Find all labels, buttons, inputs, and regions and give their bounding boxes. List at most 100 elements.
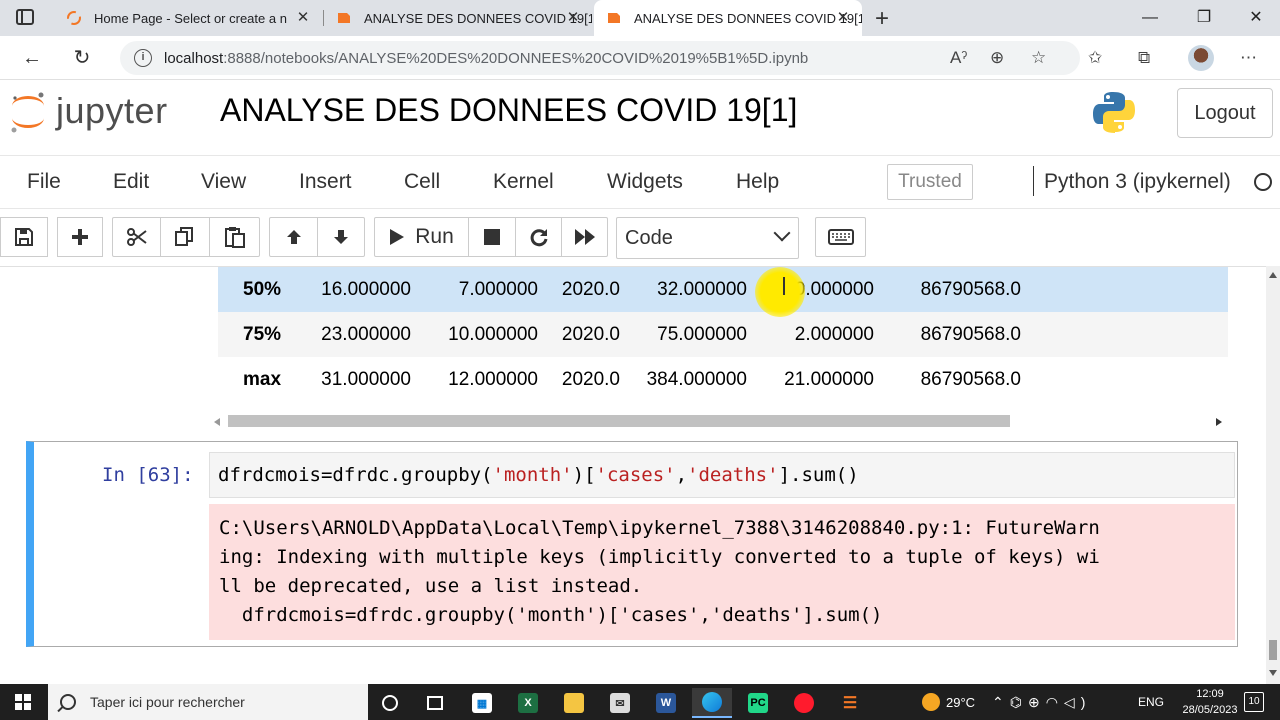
- table-cell: 16.000000: [321, 279, 411, 300]
- arrow-up-icon: [286, 230, 301, 244]
- notebook-container[interactable]: 50% 16.000000 7.000000 2020.0 32.000000 …: [0, 266, 1266, 684]
- table-cell: 384.000000: [646, 369, 747, 390]
- cortana-icon[interactable]: [370, 688, 410, 718]
- menu-kernel[interactable]: Kernel: [493, 170, 554, 194]
- close-tab-icon[interactable]: ✕: [294, 9, 312, 27]
- opera-icon[interactable]: [784, 688, 824, 718]
- back-arrow-icon[interactable]: ←: [20, 46, 44, 70]
- windows-start-icon[interactable]: [15, 694, 31, 710]
- code-string: 'deaths': [687, 464, 779, 486]
- jupyter-app-icon[interactable]: ☰: [830, 688, 870, 718]
- save-button[interactable]: [0, 217, 48, 257]
- cut-button[interactable]: [112, 217, 161, 257]
- command-palette-button[interactable]: [815, 217, 866, 257]
- table-cell: 12.000000: [448, 369, 538, 390]
- url-host: localhost: [164, 49, 224, 67]
- menu-widgets[interactable]: Widgets: [607, 170, 683, 194]
- network-icon[interactable]: ⌬: [1010, 694, 1028, 711]
- more-options-icon[interactable]: ⋯: [1240, 48, 1257, 68]
- clock-date: 28/05/2023: [1182, 704, 1238, 716]
- output-horizontal-scrollbar[interactable]: [210, 413, 1228, 431]
- move-down-button[interactable]: [317, 217, 365, 257]
- volume-icon[interactable]: ◁): [1064, 694, 1091, 711]
- browser-tab-strip: Home Page - Select or create a n ✕ ANALY…: [0, 0, 1280, 36]
- edge-icon[interactable]: [692, 688, 732, 718]
- close-window-icon[interactable]: ✕: [1244, 6, 1268, 30]
- collections-icon[interactable]: ⧉: [1138, 48, 1150, 68]
- taskbar-search-box[interactable]: Taper ici pour rechercher: [48, 684, 368, 720]
- weather-widget[interactable]: 29°C: [922, 684, 975, 720]
- wifi-icon[interactable]: ◠: [1046, 694, 1064, 711]
- browser-tab-notebook-active[interactable]: ANALYSE DES DONNEES COVID 19[1 ✕: [594, 0, 862, 36]
- copy-button[interactable]: [160, 217, 210, 257]
- close-tab-icon[interactable]: ✕: [564, 9, 582, 27]
- logout-button[interactable]: Logout: [1177, 88, 1273, 138]
- close-tab-icon[interactable]: ✕: [834, 9, 852, 27]
- excel-icon[interactable]: X: [508, 688, 548, 718]
- store-icon[interactable]: ▦: [462, 688, 502, 718]
- menubar: File Edit View Insert Cell Kernel Widget…: [0, 155, 1280, 209]
- tab-title: ANALYSE DES DONNEES COVID 19[1: [634, 10, 862, 26]
- menu-file[interactable]: File: [27, 170, 61, 194]
- scrollbar-thumb[interactable]: [228, 415, 1010, 427]
- menu-view[interactable]: View: [201, 170, 246, 194]
- mail-icon[interactable]: ✉: [600, 688, 640, 718]
- menu-help[interactable]: Help: [736, 170, 779, 194]
- trusted-indicator[interactable]: Trusted: [887, 164, 973, 200]
- profile-avatar[interactable]: [1188, 45, 1214, 71]
- arrow-down-icon: [334, 230, 348, 244]
- read-aloud-icon[interactable]: A͏ˀ: [950, 48, 967, 68]
- scroll-left-icon[interactable]: [214, 418, 220, 426]
- file-explorer-icon[interactable]: [554, 688, 594, 718]
- page-vertical-scrollbar[interactable]: [1266, 266, 1280, 684]
- minimize-icon[interactable]: —: [1138, 6, 1162, 30]
- code-editor[interactable]: dfrdcmois=dfrdc.groupby('month')['cases'…: [209, 452, 1235, 498]
- clock[interactable]: 12:09 28/05/2023: [1180, 686, 1240, 718]
- word-icon[interactable]: W: [646, 688, 686, 718]
- restart-run-all-button[interactable]: [561, 217, 608, 257]
- add-favorite-icon[interactable]: ☆: [1031, 48, 1046, 68]
- scroll-up-icon[interactable]: [1269, 272, 1277, 278]
- scrollbar-thumb[interactable]: [1269, 640, 1277, 660]
- scroll-down-icon[interactable]: [1269, 670, 1277, 676]
- tab-actions-icon[interactable]: [16, 9, 34, 25]
- keyboard-icon: [827, 229, 854, 245]
- language-indicator[interactable]: ENG: [1138, 684, 1164, 720]
- refresh-icon[interactable]: ↻: [70, 46, 94, 70]
- new-tab-icon[interactable]: +: [870, 5, 894, 33]
- code-cell-selected[interactable]: In [63]: dfrdcmois=dfrdc.groupby('month'…: [26, 441, 1238, 647]
- favorites-icon[interactable]: ✩: [1088, 48, 1102, 68]
- task-view-icon[interactable]: [415, 688, 455, 718]
- browser-tab-notebook-1[interactable]: ANALYSE DES DONNEES COVID 19[1 ✕: [324, 0, 592, 36]
- site-info-icon[interactable]: i: [134, 49, 152, 67]
- row-index: 75%: [243, 324, 282, 345]
- input-prompt: In [63]:: [102, 464, 194, 486]
- interrupt-button[interactable]: [468, 217, 516, 257]
- browser-tab-home[interactable]: Home Page - Select or create a n ✕: [54, 0, 322, 36]
- menu-edit[interactable]: Edit: [113, 170, 149, 194]
- kernel-name[interactable]: Python 3 (ipykernel): [1044, 170, 1231, 194]
- table-cell: 2020.0: [561, 369, 620, 390]
- notification-center-icon[interactable]: 10: [1244, 692, 1264, 712]
- move-up-button[interactable]: [269, 217, 318, 257]
- jupyter-logo-icon[interactable]: [8, 88, 48, 136]
- menu-insert[interactable]: Insert: [299, 170, 352, 194]
- table-cell: 86790568.0: [920, 279, 1021, 300]
- globe-icon[interactable]: ⊕: [1028, 694, 1046, 711]
- notebook-title[interactable]: ANALYSE DES DONNEES COVID 19[1]: [220, 92, 797, 129]
- insert-cell-button[interactable]: [57, 217, 103, 257]
- python-logo-icon: [1093, 92, 1135, 133]
- restart-button[interactable]: [515, 217, 562, 257]
- scroll-right-icon[interactable]: [1216, 418, 1222, 426]
- paste-button[interactable]: [209, 217, 260, 257]
- code-string: 'month': [492, 464, 573, 486]
- cell-type-select[interactable]: Code: [616, 217, 799, 259]
- zoom-icon[interactable]: ⊕: [990, 48, 1004, 68]
- restore-icon[interactable]: ❐: [1192, 6, 1216, 30]
- menu-cell[interactable]: Cell: [404, 170, 440, 194]
- url-field[interactable]: i localhost :8888/notebooks/ANALYSE%20DE…: [120, 41, 1080, 75]
- chevron-up-icon[interactable]: ⌃: [992, 694, 1010, 711]
- pycharm-icon[interactable]: PC: [738, 688, 778, 718]
- run-button[interactable]: Run: [374, 217, 469, 257]
- kernel-idle-indicator-icon: [1254, 173, 1272, 191]
